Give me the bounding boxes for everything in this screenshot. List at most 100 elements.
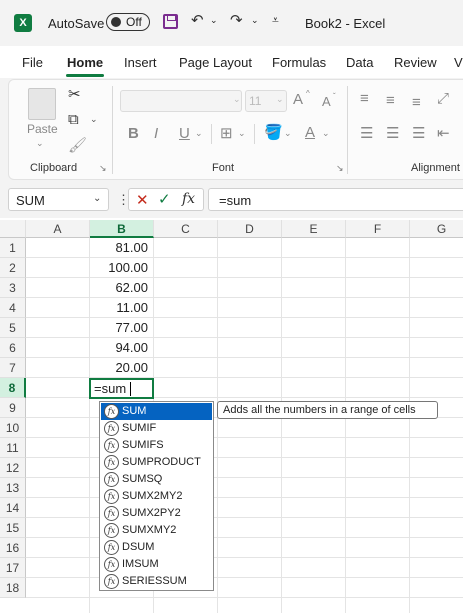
undo-dropdown-icon[interactable]: ⌄ [210, 15, 218, 26]
autocomplete-item[interactable]: fx SERIESSUM [101, 573, 212, 590]
customize-toolbar-icon[interactable]: ⩡ [272, 13, 279, 28]
tab-page-layout[interactable]: Page Layout [179, 55, 252, 70]
row-header-10[interactable]: 10 [0, 418, 26, 438]
paste-icon[interactable] [28, 88, 56, 120]
cell-b1[interactable]: 81.00 [90, 238, 148, 258]
font-launcher-icon[interactable]: ↘ [336, 163, 344, 174]
copy-icon[interactable]: ⧉ [68, 111, 79, 128]
row-header-6[interactable]: 6 [0, 338, 26, 358]
cut-icon[interactable]: ✂ [68, 85, 81, 103]
cell-b6[interactable]: 94.00 [90, 338, 148, 358]
tab-home[interactable]: Home [67, 55, 103, 70]
autocomplete-item[interactable]: fx SUMX2PY2 [101, 505, 212, 522]
autocomplete-item[interactable]: fx SUMXMY2 [101, 522, 212, 539]
column-header-e[interactable]: E [282, 220, 346, 238]
font-size-dropdown-icon[interactable]: ⌄ [276, 94, 284, 105]
underline-button[interactable]: U [179, 125, 190, 142]
format-painter-icon[interactable]: 🖌 [68, 136, 87, 154]
cell-b7[interactable]: 20.00 [90, 358, 148, 378]
autocomplete-item[interactable]: fx SUMIF [101, 420, 212, 437]
spreadsheet-grid[interactable]: A B C D E F G 1 2 3 4 5 6 7 8 9 10 11 12 13 14 15 16 17 1… [0, 220, 463, 613]
align-left-icon[interactable]: ☰ [360, 124, 373, 142]
autosave-toggle[interactable]: Off [106, 13, 150, 31]
formula-input[interactable]: =sum [208, 188, 463, 211]
insert-function-icon[interactable]: fx [182, 191, 195, 207]
cell-b5[interactable]: 77.00 [90, 318, 148, 338]
tab-review[interactable]: Review [394, 55, 437, 70]
row-header-12[interactable]: 12 [0, 458, 26, 478]
redo-dropdown-icon[interactable]: ⌄ [251, 15, 259, 26]
italic-button[interactable]: I [154, 125, 158, 142]
row-header-7[interactable]: 7 [0, 358, 26, 378]
grow-font-icon[interactable]: A [293, 91, 303, 108]
row-header-11[interactable]: 11 [0, 438, 26, 458]
cell-b4[interactable]: 11.00 [90, 298, 148, 318]
autocomplete-item[interactable]: fx SUMX2MY2 [101, 488, 212, 505]
tab-data[interactable]: Data [346, 55, 373, 70]
font-name-combo[interactable]: ⌄ [120, 90, 242, 112]
name-box-dropdown-icon[interactable]: ⌄ [93, 193, 101, 204]
row-header-1[interactable]: 1 [0, 238, 26, 258]
column-header-b[interactable]: B [90, 220, 154, 238]
cancel-icon[interactable]: ✕ [136, 191, 149, 209]
tab-view[interactable]: V [454, 55, 463, 70]
row-header-8[interactable]: 8 [0, 378, 26, 398]
borders-dropdown-icon[interactable]: ⌄ [238, 128, 246, 139]
borders-icon[interactable]: ⊞ [220, 124, 233, 142]
autocomplete-item[interactable]: fx SUMIFS [101, 437, 212, 454]
enter-check-icon[interactable]: ✓ [158, 190, 171, 208]
row-header-2[interactable]: 2 [0, 258, 26, 278]
copy-dropdown-icon[interactable]: ⌄ [90, 114, 98, 125]
autocomplete-item[interactable]: fx SUMPRODUCT [101, 454, 212, 471]
middle-align-icon[interactable]: ≡ [386, 92, 395, 109]
paste-dropdown-icon[interactable]: ⌄ [36, 138, 44, 149]
name-box[interactable]: SUM ⌄ [8, 188, 109, 211]
bold-button[interactable]: B [128, 125, 139, 142]
row-header-16[interactable]: 16 [0, 538, 26, 558]
row-header-15[interactable]: 15 [0, 518, 26, 538]
align-right-icon[interactable]: ☰ [412, 124, 425, 142]
autocomplete-item[interactable]: fx SUM [101, 403, 212, 420]
row-header-9[interactable]: 9 [0, 398, 26, 418]
font-size-combo[interactable]: 11 ⌄ [245, 90, 287, 112]
select-all-corner[interactable] [0, 220, 26, 238]
align-center-icon[interactable]: ☰ [386, 124, 399, 142]
cell-b2[interactable]: 100.00 [90, 258, 148, 278]
shrink-font-icon[interactable]: A [322, 94, 331, 109]
bottom-align-icon[interactable]: ≡ [412, 94, 421, 111]
column-header-d[interactable]: D [218, 220, 282, 238]
clipboard-launcher-icon[interactable]: ↘ [99, 163, 107, 174]
row-header-14[interactable]: 14 [0, 498, 26, 518]
column-header-g[interactable]: G [410, 220, 463, 238]
row-header-18[interactable]: 18 [0, 578, 26, 598]
top-align-icon[interactable]: ≡ [360, 90, 369, 107]
column-header-f[interactable]: F [346, 220, 410, 238]
tab-file[interactable]: File [22, 55, 43, 70]
font-color-dropdown-icon[interactable]: ⌄ [322, 128, 330, 139]
column-header-a[interactable]: A [26, 220, 90, 238]
save-icon[interactable] [163, 14, 178, 29]
active-cell-b8[interactable]: =sum [89, 378, 154, 399]
autocomplete-item[interactable]: fx DSUM [101, 539, 212, 556]
redo-icon[interactable]: ↷ [230, 11, 243, 29]
fill-color-dropdown-icon[interactable]: ⌄ [284, 128, 292, 139]
tab-formulas[interactable]: Formulas [272, 55, 326, 70]
indent-icon[interactable]: ⇤ [437, 124, 450, 142]
row-header-4[interactable]: 4 [0, 298, 26, 318]
row-header-3[interactable]: 3 [0, 278, 26, 298]
font-color-icon[interactable]: A [305, 124, 315, 141]
tab-insert[interactable]: Insert [124, 55, 157, 70]
font-name-dropdown-icon[interactable]: ⌄ [233, 94, 241, 105]
cell-b3[interactable]: 62.00 [90, 278, 148, 298]
row-header-17[interactable]: 17 [0, 558, 26, 578]
underline-dropdown-icon[interactable]: ⌄ [195, 128, 203, 139]
row-header-13[interactable]: 13 [0, 478, 26, 498]
row-header-5[interactable]: 5 [0, 318, 26, 338]
column-header-c[interactable]: C [154, 220, 218, 238]
autocomplete-item[interactable]: fx IMSUM [101, 556, 212, 573]
orientation-icon[interactable]: ⤢ [437, 90, 449, 107]
function-autocomplete-list[interactable]: fx SUM fx SUMIF fx SUMIFS fx SUMPRODUCT fx SUMSQ f… [99, 401, 214, 591]
undo-icon[interactable]: ↶ [191, 11, 204, 29]
autocomplete-item[interactable]: fx SUMSQ [101, 471, 212, 488]
fill-color-icon[interactable]: 🪣 [264, 123, 283, 141]
